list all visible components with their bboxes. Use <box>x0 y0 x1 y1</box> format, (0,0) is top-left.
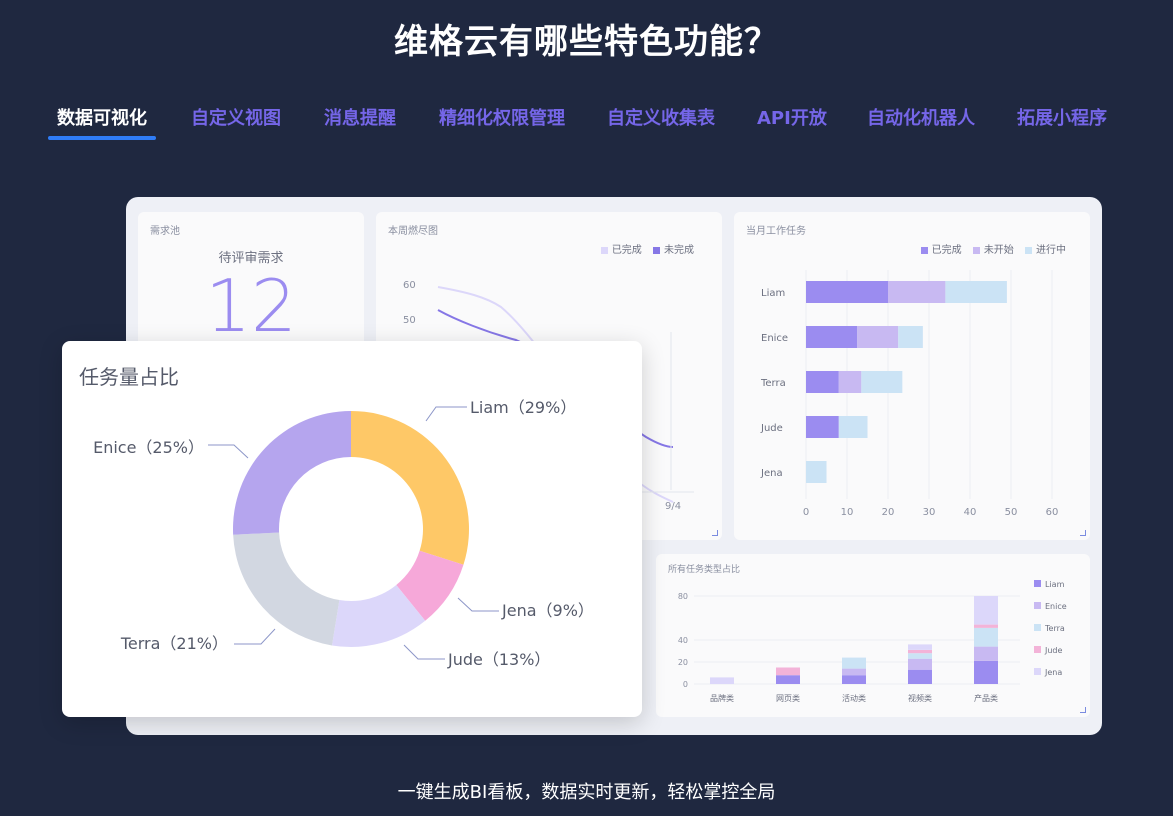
bar-segment <box>898 326 923 348</box>
legend-swatch <box>1034 624 1041 631</box>
bar-segment <box>842 675 866 684</box>
pending-count: 12 <box>205 264 297 348</box>
bar-segment <box>776 667 800 676</box>
y-tick-label: 60 <box>403 280 416 291</box>
tab-custom-view[interactable]: 自定义视图 <box>191 104 281 130</box>
bar-segment <box>806 326 858 348</box>
bar-segment <box>974 646 998 661</box>
legend-label: Jude <box>1044 646 1063 655</box>
y-category-label: Terra <box>760 378 786 389</box>
x-tick-label: 0 <box>803 507 809 518</box>
resize-handle <box>1080 707 1086 713</box>
bar-segment <box>806 281 888 303</box>
bar-segment <box>857 326 899 348</box>
x-tick-label: 10 <box>841 507 854 518</box>
slice-label: Terra（21%） <box>120 634 228 653</box>
slice-label: Liam（29%） <box>470 398 576 417</box>
card-title: 需求池 <box>150 226 180 237</box>
donut-slice <box>233 411 351 535</box>
bar-segment <box>974 596 998 625</box>
legend-swatch <box>1034 580 1041 587</box>
bar-segment <box>838 371 862 393</box>
bar-segment <box>842 657 866 669</box>
tab-automation-robot[interactable]: 自动化机器人 <box>867 104 975 130</box>
legend-label: Jena <box>1044 668 1062 677</box>
label-leader-line <box>403 644 445 660</box>
bar-segment <box>908 669 932 684</box>
bar-segment <box>908 653 932 659</box>
bar-segment <box>776 675 800 684</box>
legend-label: Terra <box>1044 624 1065 633</box>
tagline: 一键生成BI看板，数据实时更新，轻松掌控全局 <box>397 782 776 803</box>
task-types-chart: 80 40 20 0 品牌类 网页类 活动类 视频类 产品类 Liam Enice Terra Jude… <box>678 580 1067 703</box>
slice-label: Jena（9%） <box>501 601 594 620</box>
bar-segment <box>945 281 1007 303</box>
monthly-tasks-card: 当月工作任务 已完成 未开始 进行中 0 10 20 30 40 50 60 Liam Enic… <box>734 212 1090 540</box>
bar-segment <box>908 644 932 650</box>
y-tick-label: 40 <box>678 636 688 645</box>
legend-swatch <box>1034 646 1041 653</box>
label-leader-line <box>208 444 249 459</box>
feature-tabs: 数据可视化 自定义视图 消息提醒 精细化权限管理 自定义收集表 API开放 自动… <box>0 104 1173 144</box>
x-tick-label: 60 <box>1046 507 1059 518</box>
tab-custom-form[interactable]: 自定义收集表 <box>607 104 715 130</box>
x-category-label: 品牌类 <box>710 693 734 703</box>
y-category-label: Liam <box>761 288 785 299</box>
tab-permission-management[interactable]: 精细化权限管理 <box>439 104 565 130</box>
y-tick-label: 80 <box>678 592 688 601</box>
task-share-card: 任务量占比 Liam（29%） Jena（9%） Jude（13%） Terra（21… <box>62 341 642 717</box>
bar-segment <box>806 371 839 393</box>
bar-segment <box>908 658 932 670</box>
bar-segment <box>974 627 998 647</box>
legend-label: Enice <box>1045 602 1067 611</box>
legend-swatch <box>1034 668 1041 675</box>
x-category-label: 视频类 <box>908 693 932 703</box>
x-tick-label: 40 <box>964 507 977 518</box>
donut-slice <box>351 411 469 565</box>
donut-slice <box>233 532 340 646</box>
x-tick-label: 30 <box>923 507 936 518</box>
legend-label: Liam <box>1045 580 1065 589</box>
y-tick-label: 50 <box>403 315 416 326</box>
tab-data-visualization[interactable]: 数据可视化 <box>57 104 147 130</box>
resize-handle <box>1080 530 1086 536</box>
x-tick-label: 50 <box>1005 507 1018 518</box>
tab-message-reminder[interactable]: 消息提醒 <box>324 104 396 130</box>
y-tick-label: 0 <box>683 680 688 689</box>
bar-segment <box>888 281 946 303</box>
bar-segment <box>838 416 868 438</box>
tab-api[interactable]: API开放 <box>757 104 827 130</box>
legend-swatch <box>1034 602 1041 609</box>
bar-segment <box>974 624 998 628</box>
monthly-tasks-chart: 0 10 20 30 40 50 60 Liam Enice Terra Jude Jena <box>760 270 1059 518</box>
page-title: 维格云有哪些特色功能？ <box>394 22 779 62</box>
bar-segment <box>861 371 903 393</box>
x-category-label: 活动类 <box>842 693 866 703</box>
label-leader-line <box>457 597 499 612</box>
bar-segment <box>710 677 734 684</box>
y-category-label: Enice <box>761 333 788 344</box>
y-category-label: Jude <box>760 423 783 434</box>
x-category-label: 产品类 <box>974 693 998 703</box>
label-leader-line <box>234 628 276 645</box>
bar-segment <box>806 461 827 483</box>
active-tab-indicator <box>48 136 156 140</box>
x-tick-label: 20 <box>882 507 895 518</box>
slice-label: Enice（25%） <box>93 438 204 457</box>
y-tick-label: 20 <box>678 658 688 667</box>
resize-handle <box>712 530 718 536</box>
bar-segment <box>974 660 998 684</box>
bar-segment <box>842 668 866 676</box>
task-share-donut-chart: Liam（29%） Jena（9%） Jude（13%） Terra（21%） Enic… <box>93 398 594 669</box>
tab-mini-programs[interactable]: 拓展小程序 <box>1017 104 1107 130</box>
bar-segment <box>806 416 839 438</box>
bar-segment <box>908 649 932 654</box>
y-category-label: Jena <box>760 468 783 479</box>
x-tick-label: 9/4 <box>665 501 681 512</box>
slice-label: Jude（13%） <box>447 650 550 669</box>
task-types-card: 所有任务类型占比 80 40 20 0 品牌类 网页类 活动类 视频类 产品类 Liam Enice… <box>656 554 1090 717</box>
label-leader-line <box>425 406 467 422</box>
x-category-label: 网页类 <box>776 693 800 703</box>
